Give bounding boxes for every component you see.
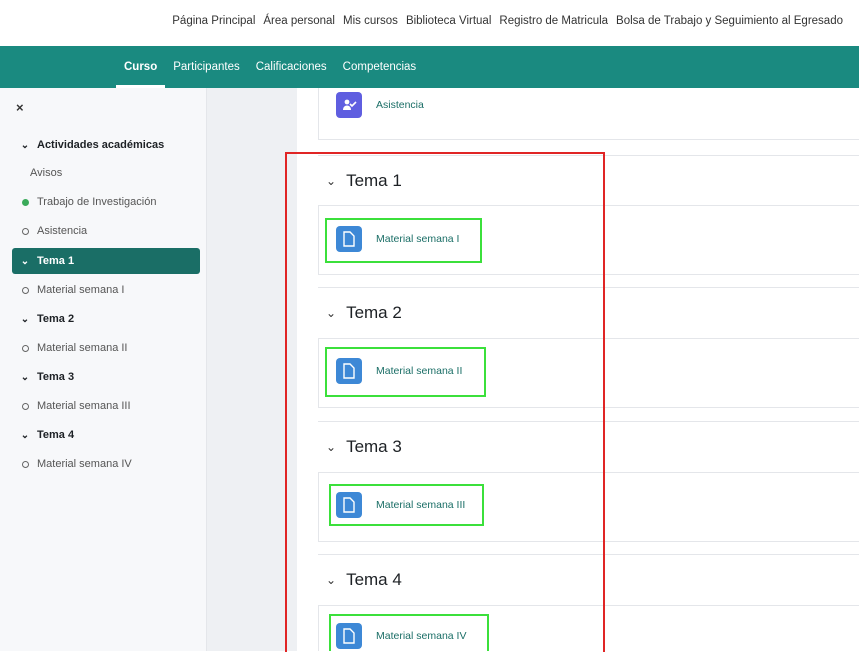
- sidebar-item-label: Asistencia: [37, 225, 88, 237]
- content-gutter: [207, 88, 297, 651]
- activity-label: Asistencia: [376, 99, 424, 111]
- chevron-down-icon: ⌄: [20, 139, 30, 151]
- sidebar-section-tema-3[interactable]: ⌄ Tema 3: [12, 364, 200, 390]
- nav-biblioteca-virtual[interactable]: Biblioteca Virtual: [406, 15, 491, 27]
- sidebar-item-material-iii[interactable]: Material semana III: [12, 393, 200, 419]
- completion-dot-icon: [18, 198, 32, 206]
- attendance-icon: [336, 92, 362, 118]
- nav-bolsa-trabajo[interactable]: Bolsa de Trabajo y Seguimiento al Egresa…: [616, 15, 843, 27]
- top-navigation: Página Principal Área personal Mis curso…: [0, 0, 859, 42]
- sidebar-section-tema-1[interactable]: ⌄ Tema 1: [12, 248, 200, 274]
- sidebar-item-label: Material semana I: [37, 284, 125, 296]
- course-tabs: Curso Participantes Calificaciones Compe…: [116, 46, 424, 88]
- sidebar-section-actividades[interactable]: ⌄ Actividades académicas: [12, 132, 200, 158]
- sidebar-item-material-i[interactable]: Material semana I: [12, 277, 200, 303]
- tab-competencias[interactable]: Competencias: [335, 46, 425, 88]
- sidebar-item-material-iv[interactable]: Material semana IV: [12, 451, 200, 477]
- sidebar-item-label: Material semana IV: [37, 458, 132, 470]
- nav-pagina-principal[interactable]: Página Principal: [172, 15, 255, 27]
- annotation-green-box: [329, 614, 489, 651]
- course-index-drawer: × ⌄ Actividades académicas Avisos Trabaj…: [0, 88, 207, 651]
- sidebar-item-label: Avisos: [30, 167, 63, 179]
- circle-icon: [18, 460, 32, 468]
- sidebar-item-label: Tema 1: [37, 255, 75, 267]
- tab-participantes[interactable]: Participantes: [165, 46, 247, 88]
- chevron-down-icon: ⌄: [20, 371, 30, 383]
- nav-registro-matricula[interactable]: Registro de Matricula: [499, 15, 608, 27]
- sidebar-item-label: Tema 2: [37, 313, 75, 325]
- sidebar-item-label: Material semana III: [37, 400, 131, 412]
- sidebar-item-avisos[interactable]: Avisos: [12, 160, 200, 186]
- chevron-down-icon: ⌄: [20, 255, 30, 267]
- sidebar-section-tema-2[interactable]: ⌄ Tema 2: [12, 306, 200, 332]
- sidebar-item-material-ii[interactable]: Material semana II: [12, 335, 200, 361]
- sidebar-item-label: Actividades académicas: [37, 139, 165, 151]
- circle-icon: [18, 227, 32, 235]
- sidebar-item-asistencia[interactable]: Asistencia: [12, 218, 200, 244]
- annotation-green-box: [325, 347, 486, 397]
- sidebar-item-label: Material semana II: [37, 342, 128, 354]
- sidebar-item-label: Trabajo de Investigación: [37, 196, 157, 208]
- circle-icon: [18, 286, 32, 294]
- sidebar-section-tema-4[interactable]: ⌄ Tema 4: [12, 422, 200, 448]
- tab-curso[interactable]: Curso: [116, 46, 166, 88]
- circle-icon: [18, 344, 32, 352]
- tab-calificaciones[interactable]: Calificaciones: [248, 46, 335, 88]
- annotation-green-box: [325, 218, 482, 263]
- activity-asistencia[interactable]: Asistencia: [336, 92, 424, 118]
- nav-mis-cursos[interactable]: Mis cursos: [343, 15, 398, 27]
- chevron-down-icon: ⌄: [20, 429, 30, 441]
- nav-area-personal[interactable]: Área personal: [263, 15, 335, 27]
- close-drawer-icon[interactable]: ×: [16, 100, 24, 115]
- annotation-green-box: [329, 484, 484, 526]
- sidebar-item-label: Tema 4: [37, 429, 75, 441]
- sidebar-item-label: Tema 3: [37, 371, 75, 383]
- sidebar-item-trabajo[interactable]: Trabajo de Investigación: [12, 189, 200, 215]
- circle-icon: [18, 402, 32, 410]
- chevron-down-icon: ⌄: [20, 313, 30, 325]
